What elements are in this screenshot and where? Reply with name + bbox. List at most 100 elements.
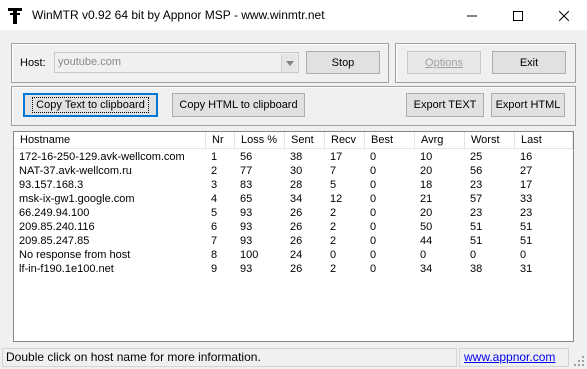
- exit-button[interactable]: Exit: [492, 51, 566, 74]
- cell-best: 0: [370, 165, 377, 177]
- appnor-link[interactable]: www.appnor.com: [464, 350, 555, 364]
- cell-best: 0: [370, 151, 377, 163]
- cell-worst: 57: [470, 193, 483, 205]
- cell-last: 17: [520, 179, 533, 191]
- column-header-hostname[interactable]: Hostname: [14, 132, 206, 149]
- minimize-button[interactable]: [449, 0, 495, 31]
- column-header-recv[interactable]: Recv: [325, 132, 365, 149]
- cell-nr: 7: [211, 235, 218, 247]
- cell-worst: 23: [470, 179, 483, 191]
- options-group: Options Exit: [395, 43, 576, 83]
- cell-last: 27: [520, 165, 533, 177]
- cell-sent: 26: [290, 263, 303, 275]
- cell-hostname: lf-in-f190.1e100.net: [19, 263, 114, 275]
- export-html-button[interactable]: Export HTML: [491, 93, 565, 117]
- cell-worst: 56: [470, 165, 483, 177]
- cell-nr: 9: [211, 263, 218, 275]
- copy-html-button-label: Copy HTML to clipboard: [179, 99, 298, 111]
- resize-grip-icon[interactable]: [573, 355, 585, 367]
- cell-last: 23: [520, 207, 533, 219]
- stop-button-label: Stop: [331, 56, 355, 69]
- status-bar: Double click on host name for more infor…: [0, 345, 587, 369]
- cell-worst: 0: [470, 249, 477, 261]
- cell-nr: 6: [211, 221, 218, 233]
- cell-best: 0: [370, 249, 377, 261]
- cell-last: 31: [520, 263, 533, 275]
- copy-html-button[interactable]: Copy HTML to clipboard: [172, 93, 305, 117]
- cell-sent: 30: [290, 165, 303, 177]
- export-text-button-label: Export TEXT: [413, 99, 477, 111]
- column-header-nr[interactable]: Nr: [206, 132, 235, 149]
- column-header-sent[interactable]: Sent: [285, 132, 325, 149]
- cell-sent: 26: [290, 221, 303, 233]
- cell-worst: 23: [470, 207, 483, 219]
- cell-recv: 2: [330, 207, 337, 219]
- cell-loss: 93: [240, 207, 253, 219]
- export-text-button[interactable]: Export TEXT: [406, 93, 484, 117]
- close-icon: [559, 10, 569, 21]
- cell-avrg: 0: [420, 249, 427, 261]
- cell-last: 16: [520, 151, 533, 163]
- cell-best: 0: [370, 221, 377, 233]
- dropdown-arrow[interactable]: [281, 54, 297, 72]
- copy-text-button-label: Copy Text to clipboard: [32, 97, 149, 113]
- column-header-best[interactable]: Best: [365, 132, 415, 149]
- copy-text-button[interactable]: Copy Text to clipboard: [23, 93, 158, 117]
- column-header-last[interactable]: Last: [515, 132, 573, 149]
- cell-recv: 17: [330, 151, 343, 163]
- cell-avrg: 21: [420, 193, 433, 205]
- host-combobox[interactable]: youtube.com: [54, 52, 299, 73]
- title-bar: WinMTR v0.92 64 bit by Appnor MSP - www.…: [0, 0, 587, 31]
- table-row[interactable]: 209.85.240.116 6 93 26 2 0 50 51 51: [14, 220, 573, 234]
- cell-avrg: 34: [420, 263, 433, 275]
- column-header-loss[interactable]: Loss %: [235, 132, 285, 149]
- cell-loss: 56: [240, 151, 253, 163]
- cell-worst: 51: [470, 221, 483, 233]
- table-row[interactable]: 209.85.247.85 7 93 26 2 0 44 51 51: [14, 234, 573, 248]
- cell-recv: 2: [330, 221, 337, 233]
- cell-nr: 3: [211, 179, 218, 191]
- column-header-avrg[interactable]: Avrg: [415, 132, 465, 149]
- table-row[interactable]: NAT-37.avk-wellcom.ru 2 77 30 7 0 20 56 …: [14, 164, 573, 178]
- cell-nr: 4: [211, 193, 218, 205]
- chevron-down-icon: [285, 60, 294, 66]
- cell-hostname: 209.85.240.116: [19, 221, 95, 233]
- cell-best: 0: [370, 263, 377, 275]
- status-link-pane: www.appnor.com: [459, 348, 569, 367]
- cell-worst: 38: [470, 263, 483, 275]
- results-table[interactable]: Hostname Nr Loss % Sent Recv Best Avrg W…: [13, 131, 574, 342]
- cell-last: 51: [520, 221, 533, 233]
- actions-group: Copy Text to clipboard Copy HTML to clip…: [11, 86, 576, 126]
- column-header-worst[interactable]: Worst: [465, 132, 515, 149]
- cell-avrg: 18: [420, 179, 433, 191]
- table-row[interactable]: 66.249.94.100 5 93 26 2 0 20 23 23: [14, 206, 573, 220]
- cell-hostname: msk-ix-gw1.google.com: [19, 193, 135, 205]
- cell-loss: 93: [240, 235, 253, 247]
- options-button[interactable]: Options: [407, 51, 481, 74]
- stop-button[interactable]: Stop: [306, 51, 380, 74]
- table-row[interactable]: No response from host 8 100 24 0 0 0 0 0: [14, 248, 573, 262]
- cell-recv: 2: [330, 263, 337, 275]
- cell-sent: 26: [290, 207, 303, 219]
- cell-sent: 24: [290, 249, 303, 261]
- cell-nr: 2: [211, 165, 218, 177]
- maximize-button[interactable]: [495, 0, 541, 31]
- cell-hostname: 66.249.94.100: [19, 207, 90, 219]
- host-value: youtube.com: [58, 56, 121, 68]
- host-label: Host:: [20, 57, 46, 69]
- cell-last: 0: [520, 249, 527, 261]
- table-header: Hostname Nr Loss % Sent Recv Best Avrg W…: [14, 132, 573, 149]
- table-row[interactable]: 172-16-250-129.avk-wellcom.com 1 56 38 1…: [14, 150, 573, 164]
- cell-nr: 8: [211, 249, 218, 261]
- cell-last: 51: [520, 235, 533, 247]
- cell-avrg: 20: [420, 207, 433, 219]
- cell-worst: 51: [470, 235, 483, 247]
- cell-nr: 1: [211, 151, 218, 163]
- table-row[interactable]: lf-in-f190.1e100.net 9 93 26 2 0 34 38 3…: [14, 262, 573, 276]
- cell-loss: 93: [240, 221, 253, 233]
- window-title: WinMTR v0.92 64 bit by Appnor MSP - www.…: [32, 8, 325, 22]
- table-row[interactable]: 93.157.168.3 3 83 28 5 0 18 23 17: [14, 178, 573, 192]
- cell-loss: 93: [240, 263, 253, 275]
- close-button[interactable]: [541, 0, 587, 31]
- table-row[interactable]: msk-ix-gw1.google.com 4 65 34 12 0 21 57…: [14, 192, 573, 206]
